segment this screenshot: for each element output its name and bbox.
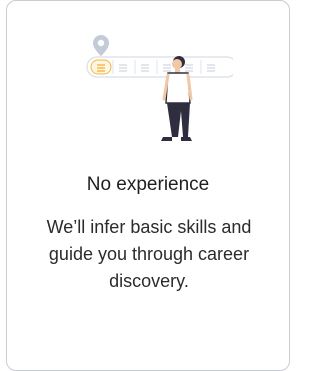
- card-description: We’ll infer basic skills and guide you t…: [46, 217, 252, 291]
- card-title: No experience: [86, 174, 210, 195]
- location-pin-icon: [93, 35, 109, 56]
- person-with-roadmap-illustration: [86, 35, 233, 141]
- roadmap-bar: [86, 56, 233, 78]
- no-experience-option-card[interactable]: No experience We’ll infer basic skills a…: [6, 0, 290, 371]
